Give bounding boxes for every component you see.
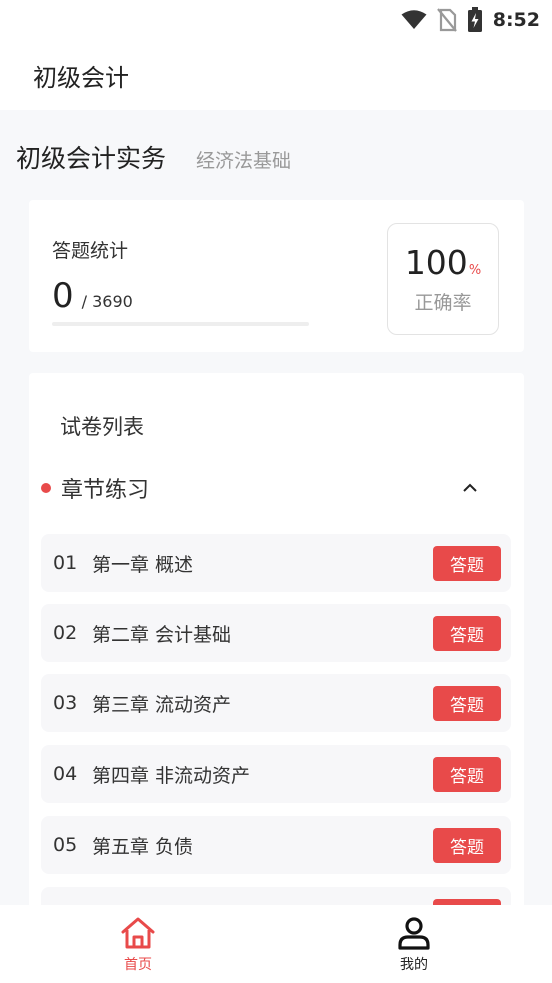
list-item[interactable]: 02 第二章 会计基础 答题 [41,604,511,662]
accuracy-number: 100 [404,243,468,282]
answer-button[interactable]: 答题 [433,828,501,863]
page-title: 初级会计 [33,63,129,92]
chevron-up-icon[interactable] [459,477,481,499]
status-bar: 8:52 [0,0,552,40]
answer-stats-card: 答题统计 0 / 3690 100 % 正确率 [29,200,524,352]
wifi-icon [401,10,427,29]
total-count: / 3690 [81,292,133,311]
stats-label: 答题统计 [52,240,129,262]
answer-button[interactable]: 答题 [433,546,501,581]
accuracy-unit: % [468,263,482,278]
stats-count: 0 / 3690 [52,276,133,316]
chapter-number: 01 [53,552,78,574]
progress-bar [52,322,309,326]
chapter-number: 05 [53,834,78,856]
answered-count: 0 [52,276,74,316]
status-time: 8:52 [492,9,540,31]
answer-button[interactable]: 答题 [433,686,501,721]
chapter-number: 04 [53,763,78,785]
accuracy-box: 100 % 正确率 [387,223,499,335]
accuracy-value: 100 % [405,243,481,282]
list-item[interactable]: 04 第四章 非流动资产 答题 [41,745,511,803]
tab-economic-law[interactable]: 经济法基础 [196,146,291,173]
tab-home-label: 首页 [124,957,152,973]
chapter-title: 第二章 会计基础 [92,623,232,646]
section-dot [41,483,51,493]
subject-tabs: 初级会计实务 经济法基础 [0,132,552,182]
user-icon [398,917,430,950]
chapter-number: 03 [53,692,78,714]
section-chapter-practice[interactable]: 章节练习 [41,473,511,503]
chapter-title: 第四章 非流动资产 [92,764,251,787]
battery-charging-icon [467,7,482,32]
list-item[interactable]: 03 第三章 流动资产 答题 [41,674,511,732]
list-item[interactable]: 01 第一章 概述 答题 [41,534,511,592]
tab-mine-label: 我的 [400,957,428,973]
chapter-title: 第一章 概述 [92,553,194,576]
chapter-title: 第五章 负债 [92,835,194,858]
tab-mine[interactable]: 我的 [276,905,552,983]
home-icon [121,917,155,949]
bottom-tab-bar: 首页 我的 [0,905,552,983]
list-item[interactable]: 05 第五章 负债 答题 [41,816,511,874]
accuracy-label: 正确率 [414,292,472,314]
paper-list-title: 试卷列表 [60,415,144,439]
no-sim-icon [436,8,457,32]
answer-button[interactable]: 答题 [433,616,501,651]
app-header: 初级会计 [0,40,552,110]
chapter-title: 第三章 流动资产 [92,693,232,716]
answer-button[interactable]: 答题 [433,757,501,792]
tab-accounting-practice[interactable]: 初级会计实务 [16,139,166,175]
section-title: 章节练习 [61,478,150,503]
tab-home[interactable]: 首页 [0,905,276,983]
paper-list-card: 试卷列表 章节练习 01 第一章 概述 答题 02 第二章 会计基础 答题 03… [29,373,524,933]
chapter-number: 02 [53,622,78,644]
